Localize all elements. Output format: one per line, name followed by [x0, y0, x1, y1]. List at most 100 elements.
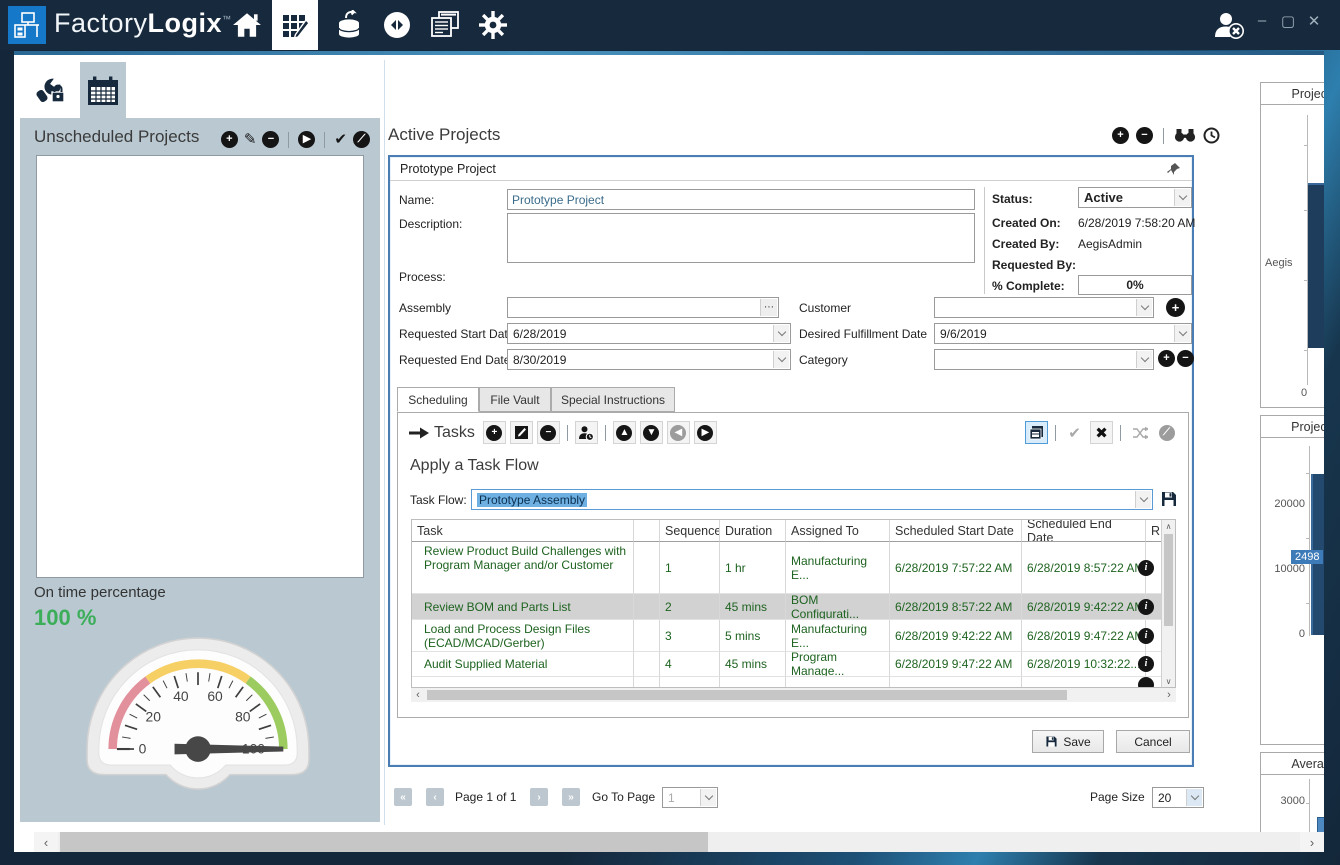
description-textarea[interactable] [507, 213, 975, 263]
table-vertical-scrollbar[interactable]: ∧ ∨ [1161, 520, 1175, 687]
main-content: Unscheduled Projects + ✎ − ▶ ✔ ⟋ On time… [14, 55, 1324, 852]
maximize-button[interactable]: ▢ [1278, 12, 1298, 30]
requested-start-date-select[interactable]: 6/28/2019 [507, 323, 791, 344]
customer-select[interactable] [934, 297, 1154, 318]
settings-gear-nav-icon[interactable] [470, 0, 516, 50]
scrollbar-thumb[interactable] [1164, 534, 1173, 626]
move-task-down-button[interactable]: ▼ [640, 421, 663, 444]
find-binoculars-icon[interactable] [1174, 128, 1196, 143]
category-select[interactable] [934, 349, 1154, 370]
add-customer-icon[interactable]: + [1166, 298, 1185, 317]
edit-project-icon[interactable]: ✎ [244, 132, 257, 147]
move-task-up-button[interactable]: ▲ [613, 421, 636, 444]
save-task-flow-icon[interactable] [1160, 490, 1178, 508]
clear-tasks-button[interactable]: ⟋ [1155, 421, 1178, 444]
row-info-icon[interactable]: i [1138, 560, 1154, 576]
add-project-icon[interactable]: + [221, 131, 238, 148]
cancel-tasks-button[interactable]: ✖ [1090, 421, 1113, 444]
remove-category-icon[interactable]: − [1177, 350, 1194, 367]
unscheduled-projects-list[interactable] [36, 155, 364, 578]
goto-page-select[interactable]: 1 [662, 787, 718, 808]
toolbar-divider [288, 132, 289, 148]
assign-resource-button[interactable] [575, 421, 598, 444]
save-button[interactable]: Save [1032, 730, 1104, 753]
accept-tasks-button[interactable]: ✔ [1063, 421, 1086, 444]
move-task-right-button[interactable]: ▶ [694, 421, 717, 444]
tab-scheduling[interactable]: Scheduling [397, 387, 479, 412]
confirm-icon[interactable]: ✔ [334, 132, 347, 147]
col-sequence[interactable]: Sequence [660, 520, 720, 542]
tasks-arrow-icon [408, 425, 430, 441]
first-page-button[interactable]: « [394, 788, 412, 806]
history-clock-icon[interactable] [1203, 127, 1220, 144]
desired-fulfillment-date-select[interactable]: 9/6/2019 [934, 323, 1192, 344]
add-task-button[interactable]: + [483, 421, 506, 444]
table-row[interactable]: Audit Supplied Material 4 45 mins Progra… [412, 652, 1175, 677]
tab-setup-tools[interactable] [28, 62, 74, 119]
tab-file-vault[interactable]: File Vault [479, 387, 551, 412]
last-page-button[interactable]: » [562, 788, 580, 806]
previous-page-button[interactable]: ‹ [426, 788, 444, 806]
scroll-left-icon[interactable]: ‹ [411, 688, 425, 702]
documents-nav-icon[interactable] [422, 0, 468, 50]
scroll-left-icon[interactable]: ‹ [34, 832, 58, 852]
remove-task-button[interactable]: − [537, 421, 560, 444]
unscheduled-projects-panel: Unscheduled Projects + ✎ − ▶ ✔ ⟋ On time… [20, 118, 380, 822]
row-info-icon[interactable]: i [1138, 599, 1154, 615]
close-button[interactable]: ✕ [1304, 12, 1324, 30]
logout-user-icon[interactable] [1212, 10, 1246, 45]
col-assigned-to[interactable]: Assigned To [786, 520, 890, 542]
scroll-right-icon[interactable]: › [1300, 832, 1324, 852]
add-category-icon[interactable]: + [1158, 350, 1175, 367]
page-size-select[interactable]: 20 [1152, 787, 1204, 808]
transfer-nav-icon[interactable] [374, 0, 420, 50]
schedule-project-icon[interactable]: ▶ [298, 131, 315, 148]
col-scheduled-start[interactable]: Scheduled Start Date [890, 520, 1022, 542]
status-select[interactable]: Active [1078, 187, 1192, 208]
tab-scheduling-calendar[interactable] [80, 62, 126, 119]
content-horizontal-scrollbar[interactable]: ‹ › [34, 832, 1324, 852]
name-input[interactable] [507, 189, 975, 210]
schedule-view-button[interactable] [1025, 421, 1048, 444]
remove-project-icon[interactable]: − [262, 131, 279, 148]
minimize-button[interactable]: – [1252, 12, 1272, 29]
pin-icon[interactable] [1166, 161, 1182, 177]
row-info-icon[interactable]: i [1138, 628, 1154, 644]
assembly-input[interactable]: ⋯ [507, 297, 779, 318]
scroll-right-icon[interactable]: › [1162, 688, 1176, 702]
requested-end-date-select[interactable]: 8/30/2019 [507, 349, 791, 370]
cancel-slash-icon[interactable]: ⟋ [353, 131, 370, 148]
percent-complete-input[interactable] [1078, 275, 1192, 295]
remove-active-project-icon[interactable]: − [1136, 127, 1153, 144]
move-task-left-button[interactable]: ◀ [667, 421, 690, 444]
col-task[interactable]: Task [412, 520, 634, 542]
table-row[interactable]: Review Product Build Challenges with Pro… [412, 542, 1175, 594]
scroll-down-icon[interactable]: ∨ [1162, 675, 1175, 687]
assembly-browse-button[interactable]: ⋯ [760, 299, 777, 316]
materials-nav-icon[interactable] [326, 0, 372, 50]
task-flow-combobox[interactable]: Prototype Assembly [471, 489, 1153, 510]
save-icon [1045, 735, 1058, 748]
scrollbar-thumb[interactable] [60, 832, 708, 852]
scrollbar-thumb[interactable] [427, 690, 1067, 700]
projects-b-bar[interactable] [1308, 183, 1324, 348]
table-row-selected[interactable]: Review BOM and Parts List 2 45 mins BOM … [412, 594, 1175, 620]
apply-task-flow-heading: Apply a Task Flow [410, 457, 539, 475]
edit-task-button[interactable] [510, 421, 533, 444]
tab-special-instructions[interactable]: Special Instructions [551, 387, 675, 412]
shuffle-tasks-button[interactable] [1128, 421, 1151, 444]
dropdown-arrow-icon [1174, 325, 1190, 342]
scroll-up-icon[interactable]: ∧ [1162, 520, 1175, 532]
col-scheduled-end[interactable]: Scheduled End Date [1022, 520, 1146, 542]
cancel-button[interactable]: Cancel [1116, 730, 1190, 753]
next-page-button[interactable]: › [530, 788, 548, 806]
table-horizontal-scrollbar[interactable]: ‹ › [411, 688, 1176, 702]
col-duration[interactable]: Duration [720, 520, 786, 542]
col-r[interactable]: R [1146, 520, 1162, 542]
home-nav-icon[interactable] [224, 0, 270, 50]
splitter[interactable] [384, 60, 385, 825]
add-active-project-icon[interactable]: + [1112, 127, 1129, 144]
planner-nav-icon[interactable] [272, 0, 318, 50]
table-row[interactable]: Load and Process Design Files (ECAD/MCAD… [412, 620, 1175, 652]
row-info-icon[interactable]: i [1138, 656, 1154, 672]
